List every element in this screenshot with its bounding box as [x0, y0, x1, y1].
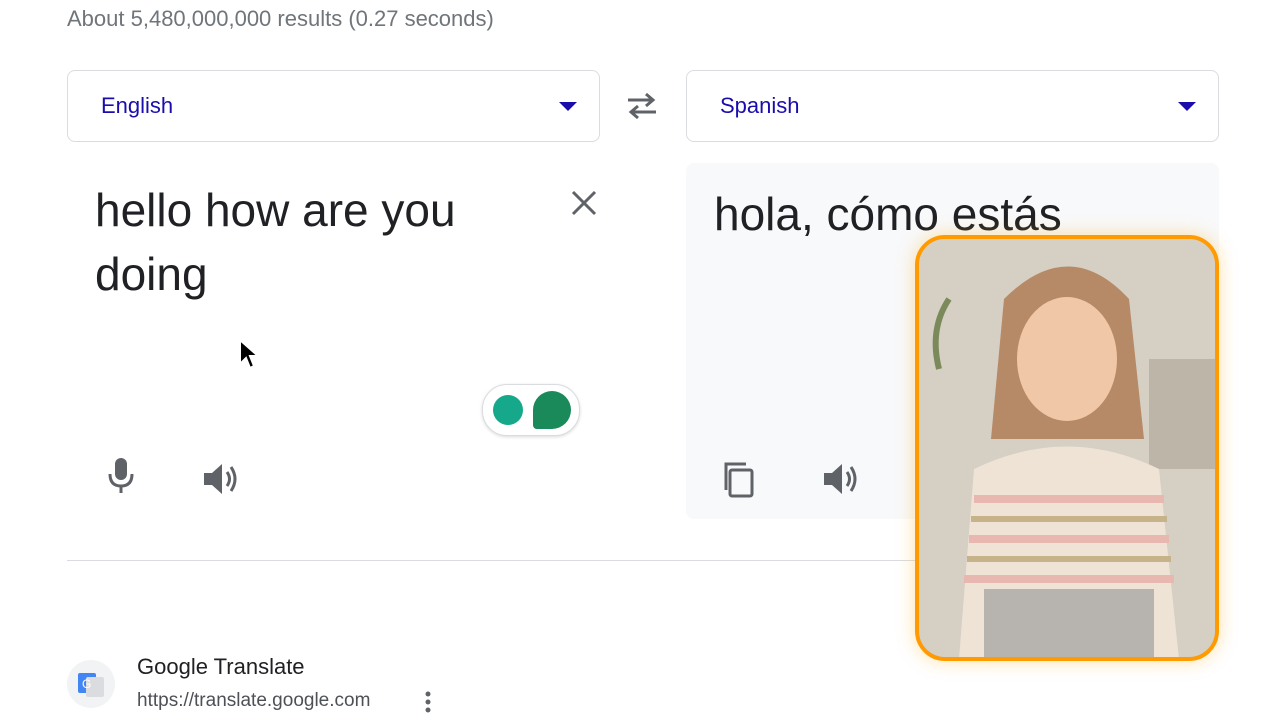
target-language-label: Spanish [720, 93, 800, 118]
source-text-input[interactable]: hello how are you doing [95, 178, 555, 306]
speaker-icon[interactable] [820, 460, 860, 498]
result-title-link[interactable]: Google Translate [137, 654, 305, 680]
source-language-label: English [101, 93, 174, 118]
result-url[interactable]: https://translate.google.com [137, 690, 370, 712]
copy-icon[interactable] [720, 460, 758, 500]
source-language-select[interactable]: English [67, 70, 600, 142]
clear-icon[interactable] [566, 185, 602, 221]
svg-text:G: G [82, 677, 91, 691]
microphone-icon[interactable] [104, 456, 138, 496]
swap-icon[interactable] [622, 90, 662, 122]
chevron-down-icon [559, 101, 577, 111]
cursor-icon [238, 337, 261, 375]
kebab-menu-icon[interactable] [420, 690, 436, 714]
speaker-icon[interactable] [200, 460, 240, 498]
translate-favicon-icon: G [67, 660, 115, 708]
divider [67, 560, 927, 561]
lightbulb-icon[interactable] [493, 395, 523, 425]
presenter-video-overlay [915, 235, 1219, 661]
extension-widget[interactable] [482, 384, 580, 436]
presenter-figure [919, 239, 1215, 657]
chevron-down-icon [1178, 101, 1196, 111]
chat-bubble-icon[interactable] [533, 391, 571, 429]
target-language-select[interactable]: Spanish [686, 70, 1219, 142]
results-count: About 5,480,000,000 results (0.27 second… [67, 6, 494, 31]
